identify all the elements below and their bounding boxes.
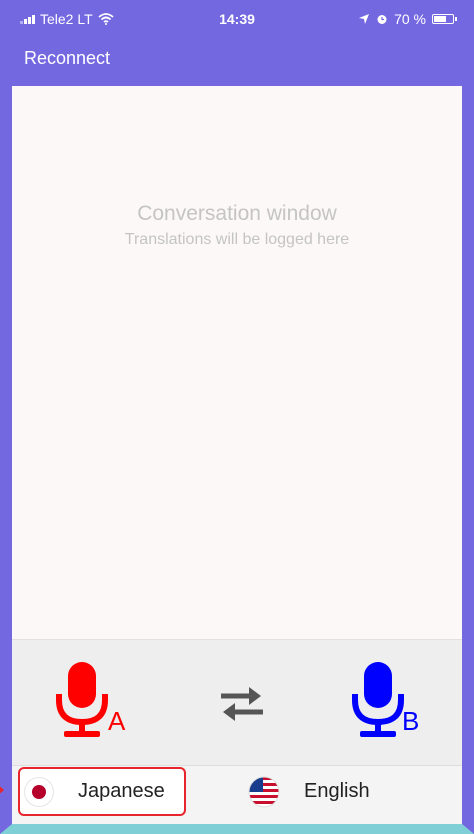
conversation-subtitle: Translations will be logged here (124, 231, 350, 248)
target-language-label: English (304, 780, 370, 802)
japan-flag-icon (24, 776, 54, 807)
highlight-arrow-icon (0, 776, 4, 804)
reconnect-button[interactable]: Reconnect (24, 48, 110, 69)
language-bar: Japanese English (12, 765, 462, 824)
battery-percent: 70 % (394, 11, 426, 27)
mic-controls: A B (12, 639, 462, 765)
location-arrow-icon (359, 14, 370, 24)
mic-a-button[interactable]: A (52, 660, 142, 750)
us-flag-icon (248, 776, 280, 807)
battery-icon (432, 14, 457, 24)
mic-b-button[interactable]: B (348, 660, 438, 750)
conversation-window: Conversation window Translations will be… (12, 86, 462, 639)
app-screen: Tele2 LT 14:39 70 % Reconnect Conversati… (12, 0, 462, 824)
source-language-label: Japanese (78, 780, 165, 802)
status-icons: 70 % (358, 11, 457, 27)
mic-b-label: B (402, 706, 420, 736)
target-language-button[interactable]: English (248, 767, 428, 816)
alarm-clock-icon (377, 15, 387, 24)
nav-bar: Reconnect (12, 36, 462, 86)
mic-a-label: A (108, 706, 126, 736)
swap-arrows-icon[interactable] (217, 684, 267, 724)
source-language-button[interactable]: Japanese (18, 767, 186, 816)
microphone-a-icon (56, 662, 108, 737)
conversation-title: Conversation window (137, 202, 337, 225)
status-bar: Tele2 LT 14:39 70 % (12, 0, 462, 36)
battery-fill (434, 16, 446, 22)
microphone-b-icon (352, 662, 404, 737)
